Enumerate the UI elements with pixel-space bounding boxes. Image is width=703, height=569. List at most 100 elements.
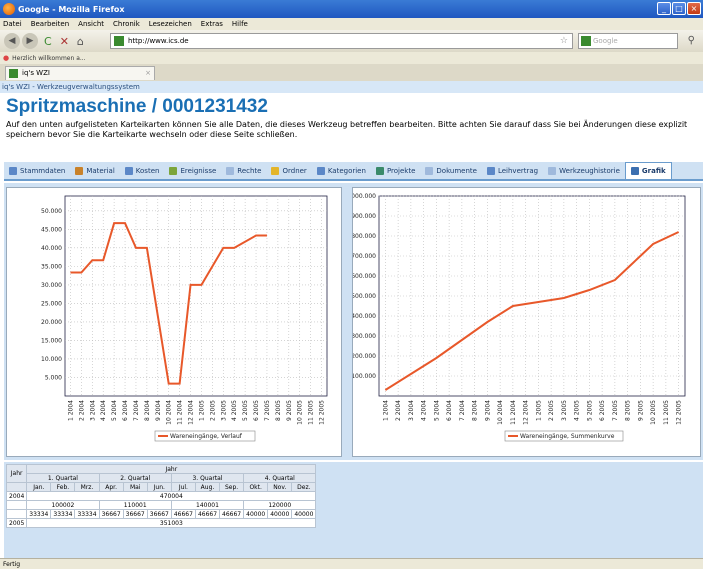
tab-close-icon[interactable]: × [145, 67, 151, 79]
tab-label: Werkzeughistorie [559, 166, 620, 175]
minimize-button[interactable]: _ [657, 2, 671, 15]
close-button[interactable]: × [687, 2, 701, 15]
table-quarter-header: 2. Quartal [98, 473, 172, 483]
table-cell: 40000 [291, 509, 317, 519]
tab-kosten[interactable]: Kosten [120, 162, 165, 179]
tab-rechte[interactable]: Rechte [221, 162, 266, 179]
tab-material[interactable]: Material [70, 162, 119, 179]
tab-icon [548, 166, 557, 175]
x-tick-label: 9 2004 [155, 400, 162, 421]
x-tick-label: 2 2005 [209, 400, 216, 421]
x-tick-label: 7 2004 [133, 400, 140, 421]
home-icon[interactable]: ⌂ [77, 35, 84, 48]
y-tick-label: 35.000 [41, 263, 62, 270]
x-tick-label: 3 2004 [89, 400, 96, 421]
tab-icon [316, 166, 325, 175]
x-tick-label: 1 2005 [535, 400, 542, 421]
table-cell: 110001 [98, 500, 172, 510]
search-engine-icon[interactable] [581, 36, 591, 46]
tab-dokumente[interactable]: Dokumente [420, 162, 482, 179]
chart-summenkurve: 100.000 200.000 300.000 400.000 500.000 600.0… [353, 193, 686, 442]
site-favicon-icon [114, 36, 124, 46]
y-tick-label: 300.000 [353, 333, 376, 340]
table-cell: 140001 [170, 500, 245, 510]
tab-icon [169, 166, 178, 175]
x-tick-label: 2 2005 [548, 400, 555, 421]
tab-ordner[interactable]: Ordner [266, 162, 311, 179]
tab-label: Ereignisse [180, 166, 217, 175]
x-tick-label: 1 2004 [67, 400, 74, 421]
x-tick-label: 9 2005 [637, 400, 644, 421]
menu-bearbeiten[interactable]: Bearbeiten [31, 20, 69, 28]
back-icon[interactable]: ◀ [4, 33, 20, 49]
table-area: Jahr Jahr 1. Quartal 2. Quartal 3. Quart… [4, 462, 703, 558]
table-month-header: Aug. [194, 482, 221, 492]
x-tick-label: 6 2005 [599, 400, 606, 421]
menu-ansicht[interactable]: Ansicht [78, 20, 104, 28]
search-input[interactable]: Google ⚲ [578, 33, 695, 49]
tab-kategorien[interactable]: Kategorien [312, 162, 371, 179]
x-tick-label: 5 2005 [586, 400, 593, 421]
tab-leihvertrag[interactable]: Leihvertrag [482, 162, 543, 179]
x-tick-label: 11 2004 [510, 400, 517, 425]
tab-icon [226, 166, 235, 175]
x-tick-label: 4 2004 [421, 400, 428, 421]
tab-label: Kosten [135, 166, 160, 175]
stop-icon[interactable]: ✕ [60, 35, 69, 48]
tab-grafik[interactable]: Grafik [624, 162, 672, 179]
tab-label: Ordner [282, 166, 307, 175]
x-tick-label: 1 2005 [198, 400, 205, 421]
x-tick-label: 12 2005 [676, 400, 683, 425]
url-text: http://www.ics.de [128, 37, 189, 45]
window-titlebar: Google - Mozilla Firefox _ □ × [0, 0, 703, 18]
x-tick-label: 11 2005 [663, 400, 670, 425]
table-quarter-header: 4. Quartal [243, 473, 317, 483]
tab-projekte[interactable]: Projekte [371, 162, 420, 179]
table-month-header: Apr. [98, 482, 124, 492]
x-tick-label: 5 2004 [111, 400, 118, 421]
x-tick-label: 10 2004 [166, 400, 173, 425]
browser-tab-strip: iq's WZI × [0, 64, 703, 81]
menu-extras[interactable]: Extras [201, 20, 223, 28]
x-tick-label: 8 2004 [144, 400, 151, 421]
y-tick-label: 1.000.000 [353, 193, 376, 200]
bookmark-star-icon[interactable]: ☆ [560, 36, 568, 46]
bookmark-item[interactable]: Herzlich willkommen a... [12, 55, 86, 62]
menu-hilfe[interactable]: Hilfe [232, 20, 248, 28]
search-icon[interactable]: ⚲ [688, 34, 695, 48]
x-tick-label: 3 2005 [561, 400, 568, 421]
y-tick-label: 400.000 [353, 313, 376, 320]
table-month-header: Jun. [146, 482, 172, 492]
reload-icon[interactable]: C [44, 35, 52, 48]
table-month-header: Nov. [267, 482, 293, 492]
url-bar[interactable]: http://www.ics.de ☆ [110, 33, 573, 49]
table-cell [5, 500, 28, 510]
table-total-cell: 351003 [26, 518, 317, 528]
table-cell: 40000 [243, 509, 269, 519]
table-month-header: Sep. [219, 482, 245, 492]
forward-icon[interactable]: ▶ [22, 33, 38, 49]
menu-lesezeichen[interactable]: Lesezeichen [149, 20, 192, 28]
navigation-toolbar: ◀ ▶ C ✕ ⌂ http://www.ics.de ☆ Google ⚲ [0, 30, 703, 52]
tab-ereignisse[interactable]: Ereignisse [164, 162, 221, 179]
tab-werkzeughistorie[interactable]: Werkzeughistorie [543, 162, 625, 179]
y-tick-label: 15.000 [41, 337, 62, 344]
tab-label: Leihvertrag [497, 166, 539, 175]
pivot-table: Jahr Jahr 1. Quartal 2. Quartal 3. Quart… [5, 464, 317, 528]
maximize-button[interactable]: □ [672, 2, 686, 15]
y-tick-label: 200.000 [353, 353, 376, 360]
menu-bar: Datei Bearbeiten Ansicht Chronik Lesezei… [0, 18, 703, 30]
table-cell: 100002 [26, 500, 100, 510]
menu-chronik[interactable]: Chronik [113, 20, 140, 28]
y-tick-label: 10.000 [41, 356, 62, 363]
browser-tab-label: iq's WZI [22, 69, 50, 77]
y-tick-label: 25.000 [41, 300, 62, 307]
x-tick-label: 11 2005 [308, 400, 315, 425]
menu-datei[interactable]: Datei [3, 20, 22, 28]
tab-bar: Stammdaten Material Kosten Ereignisse Rechte… [4, 162, 703, 181]
tab-stammdaten[interactable]: Stammdaten [4, 162, 70, 179]
tab-icon [75, 166, 84, 175]
browser-tab[interactable]: iq's WZI × [5, 66, 155, 80]
y-tick-label: 800.000 [353, 233, 376, 240]
table-month-header: Dez. [291, 482, 317, 492]
